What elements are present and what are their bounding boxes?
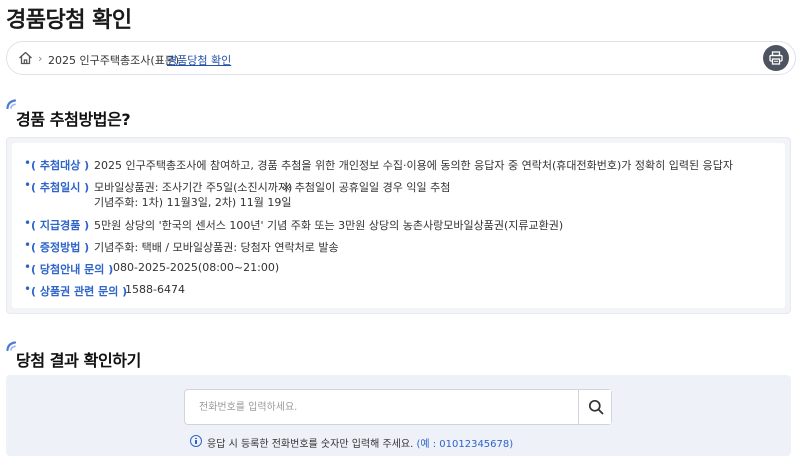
- info-label: ( 상품권 관련 문의 ): [31, 285, 128, 298]
- search-button[interactable]: [578, 390, 611, 424]
- method-section-title: 경품 추첨방법은?: [16, 110, 131, 129]
- info-value: 2025 인구주택총조사에 참여하고, 경품 추첨을 위한 개인정보 수집·이용…: [94, 159, 733, 172]
- phone-number-input[interactable]: [185, 390, 579, 424]
- search-icon: [588, 399, 604, 415]
- method-info-box: • ( 추첨대상 ) 2025 인구주택총조사에 참여하고, 경품 추첨을 위한…: [6, 137, 791, 314]
- info-value: 5만원 상당의 '한국의 센서스 100년' 기념 주화 또는 3만원 상당의 …: [94, 219, 564, 232]
- result-section-title: 당첨 결과 확인하기: [16, 351, 141, 370]
- info-label: ( 당첨안내 문의 ): [31, 263, 114, 276]
- info-value: 기념주화: 택배 / 모바일상품권: 당첨자 연락처로 발송: [94, 241, 339, 254]
- info-icon: [190, 435, 202, 447]
- info-value-secondary: 기념주화: 1차) 11월3일, 2차) 11월 19일: [94, 196, 292, 209]
- info-label: ( 증정방법 ): [31, 241, 90, 254]
- chevron-right-icon: ›: [38, 52, 43, 65]
- info-label: ( 추첨일시 ): [31, 181, 90, 194]
- page-title: 경품당첨 확인: [6, 8, 132, 33]
- breadcrumb-item-current[interactable]: 경품당첨 확인: [167, 52, 231, 68]
- info-label: ( 지급경품 ): [31, 219, 90, 232]
- print-button[interactable]: [763, 45, 789, 71]
- notice-text: 응답 시 등록한 전화번호를 숫자만 입력해 주세요.: [207, 439, 417, 450]
- printer-icon: [769, 51, 783, 65]
- info-note: ※ 추첨일이 공휴일일 경우 익일 추첨: [282, 181, 451, 194]
- chevron-right-icon: ›: [156, 52, 161, 65]
- home-icon[interactable]: [18, 51, 33, 65]
- info-value: 모바일상품권: 조사기간 주5일(소진시까지): [94, 181, 293, 194]
- notice-example: (예 : 01012345678): [416, 439, 514, 450]
- info-value: 1588-6474: [125, 283, 185, 296]
- method-info-panel: • ( 추첨대상 ) 2025 인구주택총조사에 참여하고, 경품 추첨을 위한…: [12, 143, 785, 308]
- phone-search-box: [184, 389, 612, 425]
- breadcrumb: › 2025 인구주택총조사(표본) › 경품당첨 확인: [6, 41, 796, 75]
- info-value: 080-2025-2025(08:00~21:00): [113, 261, 280, 274]
- info-label: ( 추첨대상 ): [31, 159, 90, 172]
